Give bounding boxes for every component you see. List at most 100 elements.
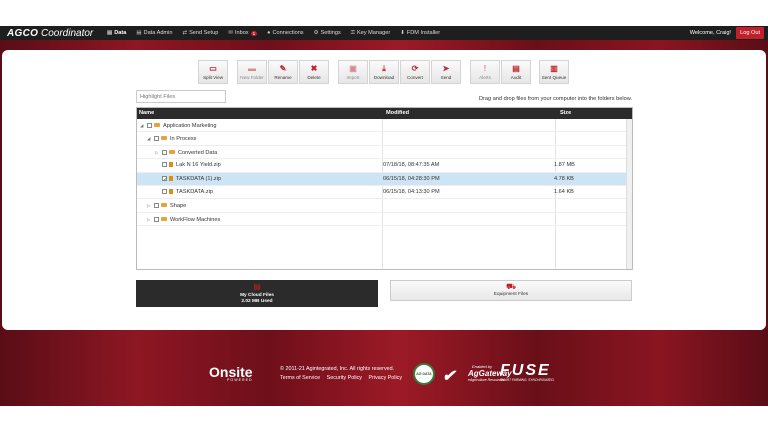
main-nav: ▤ Data ▤ Data Admin ⇄ Send Setup ✉ Inbox 1 ● C… (107, 26, 450, 40)
table-row[interactable]: Lak N 16 Yield.zip 07/18/18, 08:47:35 AM… (137, 159, 627, 173)
toolbar-monitor: ! Alerts ▤ Audit (470, 60, 532, 84)
key-icon: ⚿ (350, 29, 355, 36)
nav-data-admin[interactable]: ▤ Data Admin (136, 30, 172, 36)
table-row[interactable]: ▷ Shape (137, 199, 627, 213)
security-policy-link[interactable]: Security Policy (327, 375, 362, 381)
delete-button[interactable]: ✖ Delete (299, 60, 329, 84)
highlight-files-input[interactable] (136, 90, 226, 103)
inbox-count-badge: 1 (250, 30, 258, 36)
gear-icon: ⚙ (313, 30, 319, 36)
convert-icon: ⟳ (411, 64, 419, 73)
import-icon: ▣ (349, 64, 357, 73)
nav-key-manager[interactable]: ⚿ Key Manager (351, 30, 390, 37)
folder-open-icon (161, 136, 167, 141)
audit-button[interactable]: ▤ Audit (501, 60, 531, 84)
column-header-size[interactable]: Size (560, 108, 571, 119)
row-checkbox[interactable] (162, 149, 167, 155)
alert-icon: ! (483, 64, 487, 73)
folder-icon (169, 149, 175, 154)
delete-icon: ✖ (310, 64, 318, 73)
table-row[interactable]: ▷ WorkFlow Machines (137, 213, 627, 227)
my-cloud-files-button[interactable]: ▤ My Cloud Files 2.02 MB Used (136, 280, 378, 307)
row-checkbox[interactable] (154, 216, 159, 222)
file-icon: ▤ (107, 30, 113, 36)
table-row[interactable]: ▷ Converted Data (137, 146, 627, 160)
equipment-files-button[interactable]: ⛟ Equipment Files (390, 280, 632, 301)
table-row[interactable]: ◢ In Process (137, 132, 627, 146)
download-icon: ⤓ (382, 64, 386, 73)
checkmark-icon: ✔ (442, 368, 456, 385)
fuse-logo: FUSE SMART FARMING. SYNCHRONIZED. (500, 362, 555, 382)
file-grid: Name Modified Size ◢ Application Marketin… (136, 107, 633, 270)
send-button[interactable]: ➤ Send (431, 60, 461, 84)
alerts-button[interactable]: ! Alerts (470, 60, 500, 84)
table-row[interactable]: ◢ Application Marketing (137, 119, 627, 133)
onsite-logo: Onsite POWERED (209, 364, 253, 382)
nav-fdm-installer[interactable]: ⬇ FDM Installer (400, 30, 440, 36)
download-button[interactable]: ⤓ Download (369, 60, 399, 84)
nav-data[interactable]: ▤ Data (107, 30, 126, 36)
collapse-arrow-icon[interactable]: ◢ (147, 132, 154, 145)
column-header-name[interactable]: Name (139, 108, 154, 119)
import-button[interactable]: ▣ Import (338, 60, 368, 84)
toolbar-edit: ▬ New Folder ✎ Rename ✖ Delete (237, 60, 330, 84)
tractor-icon: ⛟ (505, 282, 517, 291)
toolbar-view: ▭ Split View (198, 60, 229, 84)
logout-button[interactable]: Log Out (736, 27, 764, 39)
convert-button[interactable]: ⟳ Convert (400, 60, 430, 84)
top-nav-bar: AGCO Coordinator ▤ Data ▤ Data Admin ⇄ Send… (0, 26, 768, 40)
split-view-button[interactable]: ▭ Split View (198, 60, 228, 84)
row-checkbox[interactable] (154, 203, 159, 209)
zip-file-icon (169, 175, 173, 181)
send-icon: ➤ (442, 64, 450, 73)
privacy-policy-link[interactable]: Privacy Policy (369, 375, 403, 381)
nav-send-setup[interactable]: ⇄ Send Setup (182, 30, 218, 36)
queue-icon: ▥ (550, 64, 558, 73)
copyright: © 2011-21 Agintegrated, Inc. All rights … (280, 366, 395, 372)
terms-link[interactable]: Terms of Service (280, 375, 320, 381)
file-icon: ▤ (136, 30, 142, 36)
rename-button[interactable]: ✎ Rename (268, 60, 298, 84)
toolbar-transfer: ▣ Import ⤓ Download ⟳ Convert ➤ Send (338, 60, 462, 84)
drag-drop-hint: Drag and drop files from your computer i… (479, 96, 632, 102)
ag-data-seal-logo: AG DATA (413, 363, 435, 385)
column-header-modified[interactable]: Modified (386, 108, 409, 119)
sync-icon: ⇄ (182, 30, 188, 36)
sent-queue-button[interactable]: ▥ Sent Queue (539, 60, 569, 84)
grid-header: Name Modified Size (137, 108, 632, 119)
collapse-arrow-icon[interactable]: ◢ (140, 119, 147, 132)
mail-icon: ✉ (228, 30, 233, 36)
row-checkbox[interactable] (154, 136, 159, 142)
audit-icon: ▤ (512, 64, 520, 73)
nav-settings[interactable]: ⚙ Settings (314, 30, 341, 36)
folder-plus-icon: ▬ (248, 64, 256, 73)
folder-icon (161, 203, 167, 208)
toolbar-queue: ▥ Sent Queue (539, 60, 570, 84)
storage-used: 2.02 MB Used (241, 299, 273, 304)
table-row-selected[interactable]: TASKDATA (1).zip 06/15/18, 04:28:30 PM 4… (137, 172, 627, 187)
cloud-storage-icon: ▤ (253, 282, 261, 291)
welcome-text: Welcome, Craig! (689, 30, 731, 36)
folder-open-icon (154, 123, 160, 127)
expand-arrow-icon[interactable]: ▷ (147, 199, 154, 212)
row-checkbox[interactable] (147, 123, 152, 128)
row-checkbox[interactable] (162, 162, 167, 168)
expand-arrow-icon[interactable]: ▷ (155, 146, 162, 159)
download-icon: ⬇ (400, 30, 405, 36)
nav-inbox[interactable]: ✉ Inbox 1 (228, 30, 258, 36)
new-folder-button[interactable]: ▬ New Folder (237, 60, 267, 84)
grid-scrollbar[interactable] (626, 119, 632, 269)
table-row[interactable]: TASKDATA.zip 06/15/18, 04:13:30 PM 1.64 … (137, 186, 627, 200)
row-checkbox[interactable] (162, 189, 167, 194)
zip-file-icon (169, 162, 173, 168)
folder-icon (161, 216, 167, 221)
footer-text: © 2011-21 Agintegrated, Inc. All rights … (280, 366, 407, 381)
edit-icon: ✎ (279, 64, 287, 73)
app-logo[interactable]: AGCO Coordinator (7, 28, 107, 39)
zip-file-icon (169, 189, 173, 194)
expand-arrow-icon[interactable]: ▷ (147, 213, 154, 226)
nav-connections[interactable]: ● Connections (267, 30, 303, 36)
user-icon: ● (267, 30, 271, 36)
row-checkbox-checked[interactable] (162, 174, 168, 187)
split-view-icon: ▭ (209, 64, 217, 73)
